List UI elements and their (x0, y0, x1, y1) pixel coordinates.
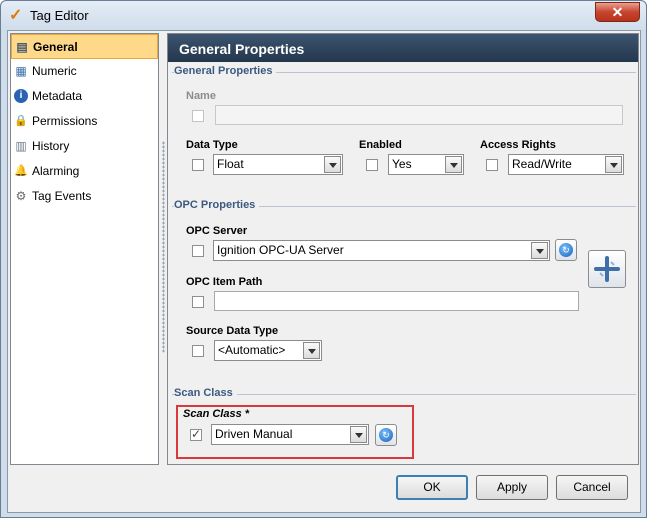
access-rights-checkbox[interactable] (486, 159, 498, 171)
chevron-down-icon[interactable] (445, 156, 462, 173)
data-type-dropdown[interactable]: Float (213, 154, 343, 175)
scan-class-dropdown[interactable]: Driven Manual (211, 424, 369, 445)
lock-icon: 🔒 (14, 115, 28, 127)
enabled-dropdown[interactable]: Yes (388, 154, 464, 175)
source-data-type-checkbox[interactable] (192, 345, 204, 357)
access-rights-label: Access Rights (480, 139, 556, 151)
window-title: Tag Editor (30, 8, 89, 23)
enabled-value: Yes (392, 157, 412, 171)
opc-item-path-label: OPC Item Path (186, 276, 263, 288)
scan-class-label: Scan Class * (183, 408, 250, 420)
nav-item-label: General (33, 40, 78, 54)
ok-button-label: OK (423, 480, 441, 494)
nav-item-permissions[interactable]: 🔒 Permissions (11, 109, 158, 134)
nav-item-label: Tag Events (32, 189, 92, 203)
chevron-down-icon[interactable] (531, 242, 548, 259)
general-section-title: General Properties (174, 65, 277, 77)
info-icon: i (14, 89, 28, 103)
data-type-checkbox[interactable] (192, 159, 204, 171)
opc-browse-tags-button[interactable] (588, 250, 626, 288)
ok-button[interactable]: OK (396, 475, 468, 500)
name-override-checkbox (192, 110, 204, 122)
nav-item-label: History (32, 139, 70, 153)
numeric-icon: ▦ (15, 64, 27, 78)
nav-item-label: Numeric (32, 64, 77, 78)
cancel-button[interactable]: Cancel (556, 475, 628, 500)
source-data-type-label: Source Data Type (186, 325, 279, 337)
cancel-button-label: Cancel (573, 480, 611, 494)
opc-section-title: OPC Properties (174, 199, 260, 211)
nav-item-numeric[interactable]: ▦ Numeric (11, 59, 158, 84)
close-icon: ✕ (611, 4, 624, 20)
chevron-down-icon[interactable] (605, 156, 622, 173)
apply-button[interactable]: Apply (476, 475, 548, 500)
property-nav-list: ▤ General ▦ Numeric i Metadata 🔒 Permiss… (10, 33, 159, 465)
enabled-checkbox[interactable] (366, 159, 378, 171)
nav-item-history[interactable]: ▥ History (11, 134, 158, 159)
opc-item-path-checkbox[interactable] (192, 296, 204, 308)
tag-editor-window: ✓ Tag Editor ✕ ▤ General ▦ Numeric i Met… (0, 0, 647, 518)
nav-item-metadata[interactable]: i Metadata (11, 84, 158, 109)
bell-icon: 🔔 (14, 165, 28, 177)
nav-item-label: Alarming (32, 164, 80, 178)
general-icon: ▤ (16, 40, 28, 54)
history-icon: ▥ (15, 139, 27, 153)
tag-editor-app-icon: ✓ (9, 7, 23, 24)
refresh-globe-icon: ↻ (559, 243, 573, 257)
title-bar[interactable]: ✓ Tag Editor ✕ (1, 1, 646, 31)
name-label: Name (186, 90, 216, 102)
enabled-label: Enabled (359, 139, 402, 151)
dialog-body: ▤ General ▦ Numeric i Metadata 🔒 Permiss… (7, 30, 641, 513)
source-data-type-dropdown[interactable]: <Automatic> (214, 340, 322, 361)
name-field (215, 105, 623, 125)
scan-class-value: Driven Manual (215, 427, 293, 441)
split-pane-divider[interactable] (162, 141, 165, 353)
opc-server-label: OPC Server (186, 225, 248, 237)
chevron-down-icon[interactable] (324, 156, 341, 173)
close-button[interactable]: ✕ (595, 2, 640, 22)
refresh-globe-icon: ↻ (379, 428, 393, 442)
crosshair-tool-icon (594, 256, 620, 282)
opc-server-browse-button[interactable]: ↻ (555, 239, 577, 261)
scan-class-checkbox[interactable] (190, 427, 202, 441)
opc-item-path-input[interactable] (214, 291, 579, 311)
access-rights-value: Read/Write (512, 157, 572, 171)
opc-server-dropdown[interactable]: Ignition OPC-UA Server (213, 240, 550, 261)
scan-class-browse-button[interactable]: ↻ (375, 424, 397, 446)
apply-button-label: Apply (496, 480, 528, 494)
section-divider (172, 394, 636, 395)
nav-item-general[interactable]: ▤ General (11, 34, 158, 59)
opc-server-checkbox[interactable] (192, 245, 204, 257)
nav-item-alarming[interactable]: 🔔 Alarming (11, 159, 158, 184)
panel-header: General Properties (168, 34, 638, 62)
scan-class-section-title: Scan Class (174, 387, 237, 399)
access-rights-dropdown[interactable]: Read/Write (508, 154, 624, 175)
nav-item-label: Permissions (32, 114, 98, 128)
source-data-type-value: <Automatic> (218, 343, 286, 357)
properties-panel: General Properties General Properties Na… (167, 33, 639, 465)
opc-server-value: Ignition OPC-UA Server (217, 243, 344, 257)
nav-item-label: Metadata (32, 89, 83, 103)
chevron-down-icon[interactable] (303, 342, 320, 359)
chevron-down-icon[interactable] (350, 426, 367, 443)
data-type-label: Data Type (186, 139, 238, 151)
data-type-value: Float (217, 157, 244, 171)
gears-icon: ⚙ (15, 189, 27, 203)
nav-item-tag-events[interactable]: ⚙ Tag Events (11, 184, 158, 209)
